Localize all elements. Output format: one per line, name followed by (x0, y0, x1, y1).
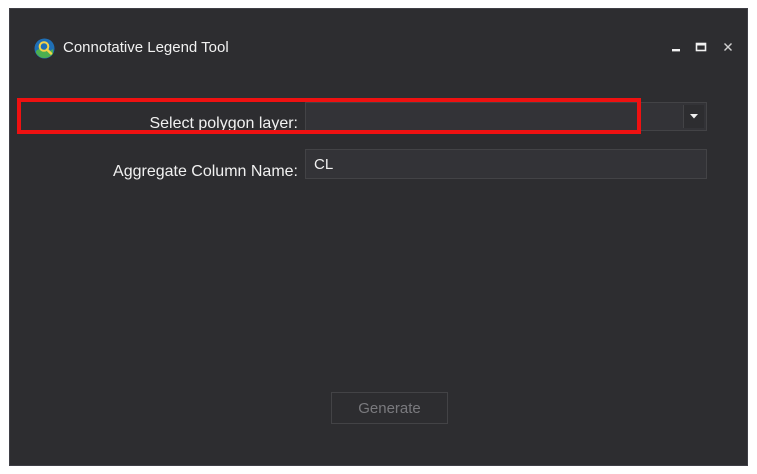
polygon-layer-select[interactable] (305, 102, 707, 131)
title-bar: Connotative Legend Tool (10, 9, 747, 81)
tool-window: Connotative Legend Tool Select polygon l… (9, 8, 748, 466)
aggregate-column-input[interactable] (305, 149, 707, 179)
app-logo-icon (34, 38, 55, 59)
minimize-icon (672, 49, 680, 52)
generate-button[interactable]: Generate (331, 392, 448, 424)
maximize-icon (695, 42, 707, 52)
polygon-layer-label: Select polygon layer: (149, 115, 298, 132)
close-button[interactable] (718, 35, 738, 59)
aggregate-column-label: Aggregate Column Name: (113, 163, 298, 180)
dropdown-button[interactable] (683, 105, 704, 128)
minimize-button[interactable] (666, 35, 686, 59)
window-title: Connotative Legend Tool (63, 39, 229, 56)
close-icon (724, 43, 732, 51)
maximize-button[interactable] (691, 35, 711, 59)
chevron-down-icon (690, 114, 698, 119)
